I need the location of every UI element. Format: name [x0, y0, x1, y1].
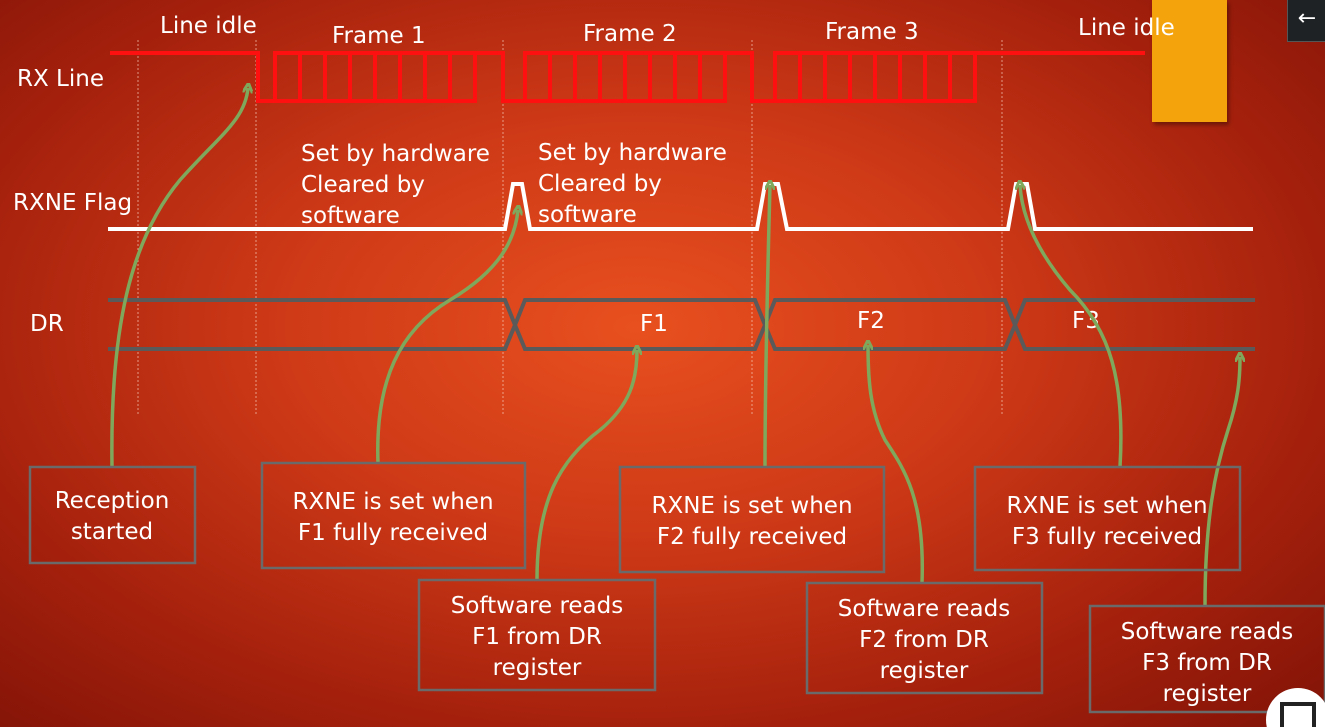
- callout-rxne-f1: RXNE is set when F1 fully received: [260, 461, 527, 570]
- svg-text:F1 from DR: F1 from DR: [472, 624, 602, 650]
- rx-line-waveform: [110, 51, 1145, 103]
- svg-text:F2 fully received: F2 fully received: [657, 524, 847, 550]
- frame2-label: Frame 2: [583, 21, 677, 47]
- callout-read-f2: Software reads F2 from DR register: [805, 581, 1044, 695]
- svg-text:F2 from DR: F2 from DR: [859, 627, 989, 653]
- svg-text:register: register: [1163, 681, 1252, 707]
- frame3-label: Frame 3: [825, 19, 919, 45]
- rxne-flag-label: RXNE Flag: [13, 190, 132, 216]
- svg-text:Software reads: Software reads: [451, 593, 623, 619]
- svg-text:Set by hardware: Set by hardware: [301, 141, 490, 167]
- flag-note-1: Set by hardware Cleared by software: [301, 141, 490, 229]
- rx-line-label: RX Line: [17, 66, 104, 92]
- rxne-flag-waveform: [108, 182, 1253, 231]
- dr-label: DR: [30, 311, 64, 337]
- callout-rxne-f2: RXNE is set when F2 fully received: [618, 465, 886, 574]
- svg-text:Cleared by: Cleared by: [301, 172, 425, 198]
- svg-text:RXNE is set when: RXNE is set when: [651, 493, 852, 519]
- svg-text:F1 fully received: F1 fully received: [298, 520, 488, 546]
- line-idle-end: Line idle: [1078, 15, 1175, 41]
- svg-text:F3 from DR: F3 from DR: [1142, 650, 1272, 676]
- svg-text:Reception: Reception: [55, 488, 170, 514]
- svg-text:F3 fully received: F3 fully received: [1012, 524, 1202, 550]
- svg-text:Cleared by: Cleared by: [538, 171, 662, 197]
- svg-text:Software reads: Software reads: [1121, 619, 1293, 645]
- dr-value-f2: F2: [857, 308, 885, 334]
- timing-diagram: RX Line RXNE Flag DR Line idle Frame 1 F…: [13, 13, 1325, 727]
- svg-text:RXNE is set when: RXNE is set when: [1006, 493, 1207, 519]
- line-idle-start: Line idle: [160, 13, 257, 39]
- svg-text:Software reads: Software reads: [838, 596, 1010, 622]
- svg-text:RXNE is set when: RXNE is set when: [292, 489, 493, 515]
- svg-text:Set by hardware: Set by hardware: [538, 140, 727, 166]
- callout-read-f1: Software reads F1 from DR register: [417, 578, 657, 692]
- callout-rxne-f3: RXNE is set when F3 fully received: [973, 465, 1242, 572]
- svg-text:software: software: [538, 202, 637, 228]
- flag-note-2: Set by hardware Cleared by software: [538, 140, 727, 228]
- svg-text:register: register: [880, 658, 969, 684]
- svg-text:started: started: [71, 519, 153, 545]
- svg-text:software: software: [301, 203, 400, 229]
- svg-text:register: register: [493, 655, 582, 681]
- callout-reception-started: Reception started: [28, 465, 197, 565]
- chip-logo-icon: [1266, 688, 1325, 727]
- frame1-label: Frame 1: [332, 23, 426, 49]
- rx-waveform-path: [110, 51, 1145, 103]
- dr-value-f1: F1: [640, 311, 668, 337]
